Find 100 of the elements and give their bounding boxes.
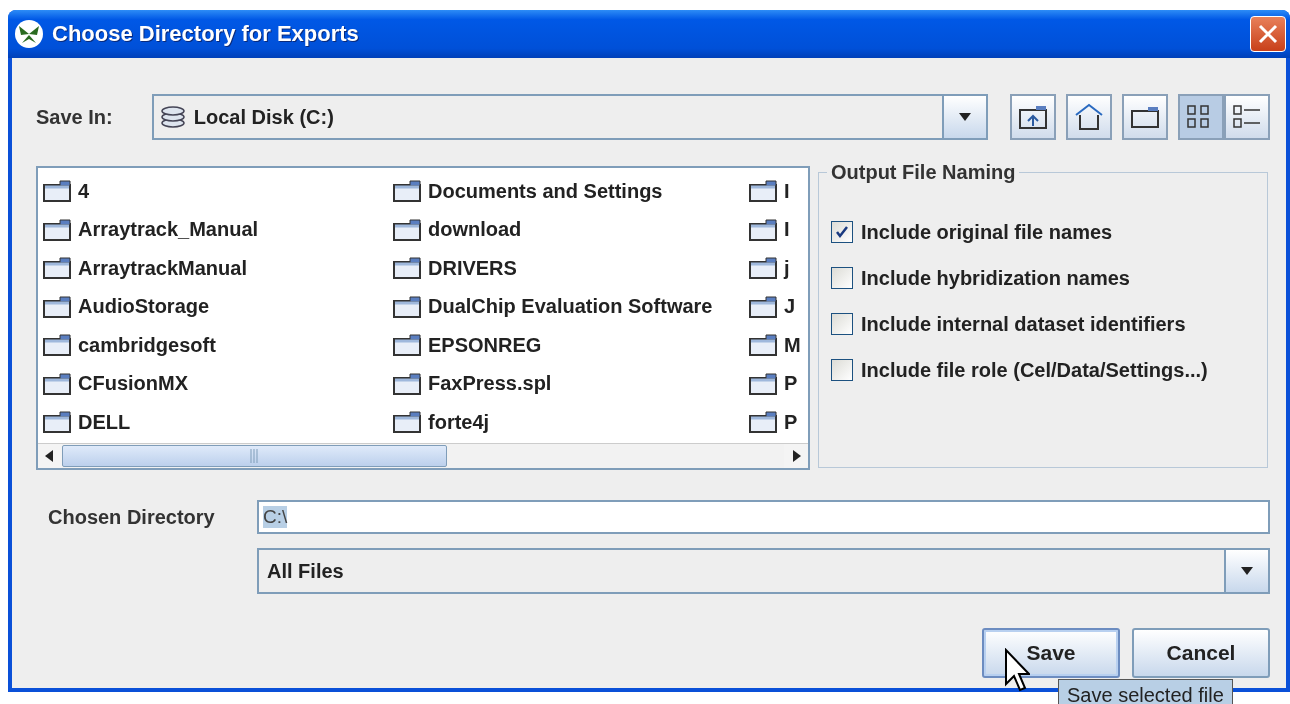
folder-name: J: [784, 295, 796, 319]
tooltip: Save selected file: [1058, 679, 1233, 704]
folder-name: DualChip Evaluation Software: [428, 295, 713, 319]
folder-name: I: [784, 179, 790, 203]
folder-icon: [392, 333, 422, 358]
up-folder-icon: [1018, 104, 1048, 130]
folder-item[interactable]: EPSONREG: [392, 326, 748, 365]
chosen-directory-label: Chosen Directory: [47, 505, 216, 529]
horizontal-scrollbar[interactable]: [38, 443, 808, 468]
checkbox-option[interactable]: Include file role (Cel/Data/Settings...): [831, 351, 1257, 389]
folder-icon: [42, 333, 72, 358]
folder-item[interactable]: I: [748, 210, 808, 249]
folder-name: DRIVERS: [428, 256, 517, 280]
save-in-dropdown[interactable]: Local Disk (C:): [151, 94, 988, 140]
folder-name: download: [428, 218, 522, 242]
butterfly-icon: [14, 19, 44, 49]
cancel-button[interactable]: Cancel: [1132, 628, 1270, 678]
folder-icon: [392, 294, 422, 319]
scroll-thumb[interactable]: [62, 445, 447, 467]
file-type-dropdown[interactable]: All Files: [257, 548, 1270, 594]
checkbox-option[interactable]: Include hybridization names: [831, 259, 1257, 297]
folder-item[interactable]: download: [392, 210, 748, 249]
folder-item[interactable]: forte4j: [392, 403, 748, 442]
toolbar-button[interactable]: [1122, 94, 1168, 140]
folder-icon: [748, 333, 778, 358]
folder-item[interactable]: Documents and Settings: [392, 172, 748, 211]
folder-item[interactable]: CFusionMX: [42, 364, 392, 403]
view-toggle-button[interactable]: [1224, 94, 1270, 140]
folder-icon: [1130, 105, 1160, 129]
folder-icon: [42, 217, 72, 242]
folder-icon: [748, 371, 778, 396]
folder-name: EPSONREG: [428, 333, 542, 357]
folder-name: M: [784, 333, 801, 357]
folder-name: I: [784, 218, 790, 242]
folder-name: AudioStorage: [78, 295, 210, 319]
toolbar-button[interactable]: [1066, 94, 1112, 140]
checkbox[interactable]: [831, 267, 853, 289]
details-view-icon: [1232, 103, 1262, 131]
folder-item[interactable]: AudioStorage: [42, 287, 392, 326]
folder-name: CFusionMX: [78, 372, 188, 396]
folder-item[interactable]: M: [748, 326, 808, 365]
folder-name: j: [784, 256, 790, 280]
folder-name: FaxPress.spl: [428, 372, 552, 396]
checkbox-option[interactable]: Include internal dataset identifiers: [831, 305, 1257, 343]
folder-item[interactable]: J: [748, 287, 808, 326]
caret-icon: [1240, 565, 1254, 577]
checkmark-icon: [835, 225, 849, 239]
folder-icon: [392, 217, 422, 242]
folder-item[interactable]: P: [748, 364, 808, 403]
dropdown-button[interactable]: [1224, 550, 1268, 592]
folder-name: P: [784, 410, 798, 434]
folder-name: forte4j: [428, 410, 490, 434]
folder-name: cambridgesoft: [78, 333, 216, 357]
folder-item[interactable]: Arraytrack_Manual: [42, 210, 392, 249]
toolbar-button[interactable]: [1010, 94, 1056, 140]
folder-icon: [42, 410, 72, 435]
folder-name: Arraytrack_Manual: [78, 218, 259, 242]
folder-item[interactable]: ArraytrackManual: [42, 249, 392, 288]
directory-field[interactable]: C:\: [257, 500, 1270, 534]
folder-item[interactable]: DualChip Evaluation Software: [392, 287, 748, 326]
folder-icon: [392, 371, 422, 396]
folder-icon: [42, 294, 72, 319]
folder-icon: [748, 217, 778, 242]
folder-item[interactable]: DELL: [42, 403, 392, 442]
folder-icon: [748, 179, 778, 204]
group-title: Output File Naming: [827, 161, 1020, 184]
folder-icon: [392, 256, 422, 281]
folder-item[interactable]: FaxPress.spl: [392, 364, 748, 403]
folder-icon: [748, 294, 778, 319]
folder-item[interactable]: j: [748, 249, 808, 288]
checkbox[interactable]: [831, 313, 853, 335]
save-in-label: Save In:: [36, 105, 114, 129]
view-toggle-button[interactable]: [1178, 94, 1224, 140]
close-icon: [1257, 23, 1279, 45]
folder-name: DELL: [78, 410, 131, 434]
folder-icon: [392, 179, 422, 204]
folder-item[interactable]: 4: [42, 172, 392, 211]
dropdown-button[interactable]: [942, 96, 986, 138]
folder-icon: [748, 410, 778, 435]
checkbox[interactable]: [831, 359, 853, 381]
home-icon: [1074, 103, 1104, 131]
folder-icon: [42, 256, 72, 281]
folder-name: 4: [78, 179, 90, 203]
folder-icon: [42, 371, 72, 396]
folder-item[interactable]: I: [748, 172, 808, 211]
folder-icon: [42, 179, 72, 204]
folder-item[interactable]: cambridgesoft: [42, 326, 392, 365]
folder-name: ArraytrackManual: [78, 256, 247, 280]
folder-name: Documents and Settings: [428, 179, 663, 203]
folder-icon: [748, 256, 778, 281]
folder-item[interactable]: DRIVERS: [392, 249, 748, 288]
checkbox[interactable]: [831, 221, 853, 243]
caret-icon: [958, 111, 972, 123]
checkbox-option[interactable]: Include original file names: [831, 213, 1257, 251]
folder-item[interactable]: P: [748, 403, 808, 442]
window-title: Choose Directory for Exports: [52, 21, 360, 47]
close-button[interactable]: [1250, 16, 1286, 52]
folder-name: P: [784, 372, 798, 396]
folder-icon: [392, 410, 422, 435]
disk-icon: [159, 105, 186, 129]
